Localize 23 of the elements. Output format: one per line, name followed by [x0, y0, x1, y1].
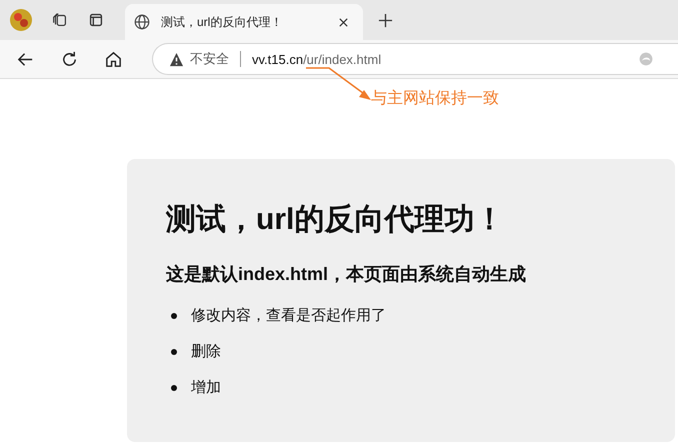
bullet-icon: [171, 348, 177, 354]
page-subheading: 这是默认index.html，本页面由系统自动生成: [166, 263, 528, 286]
tab-actions-icon[interactable]: [87, 11, 105, 29]
home-icon[interactable]: [104, 50, 123, 68]
warning-icon: [169, 52, 184, 66]
bullet-icon: [171, 312, 177, 318]
security-label: 不安全: [190, 50, 229, 68]
page-heading: 测试，url的反向代理功！: [166, 202, 506, 238]
tab-title: 测试，url的反向代理！: [161, 14, 284, 30]
collections-icon[interactable]: [51, 11, 69, 29]
globe-icon: [133, 13, 151, 31]
bullet-icon: [171, 384, 177, 390]
address-bar[interactable]: 不安全 vv.t15.cn/ur/index.html: [152, 43, 678, 75]
profile-avatar-icon[interactable]: [9, 8, 33, 32]
url-text: vv.t15.cn/ur/index.html: [252, 52, 382, 66]
list-item: 修改内容，查看是否起作用了: [191, 306, 386, 325]
close-icon[interactable]: [338, 16, 349, 28]
list-item: 增加: [191, 378, 221, 397]
refresh-icon[interactable]: [60, 50, 79, 68]
annotation-text: 与主网站保持一致: [371, 88, 499, 109]
browser-tab[interactable]: 测试，url的反向代理！: [125, 4, 363, 40]
new-tab-icon[interactable]: [378, 13, 393, 28]
list-item: 删除: [191, 342, 221, 361]
